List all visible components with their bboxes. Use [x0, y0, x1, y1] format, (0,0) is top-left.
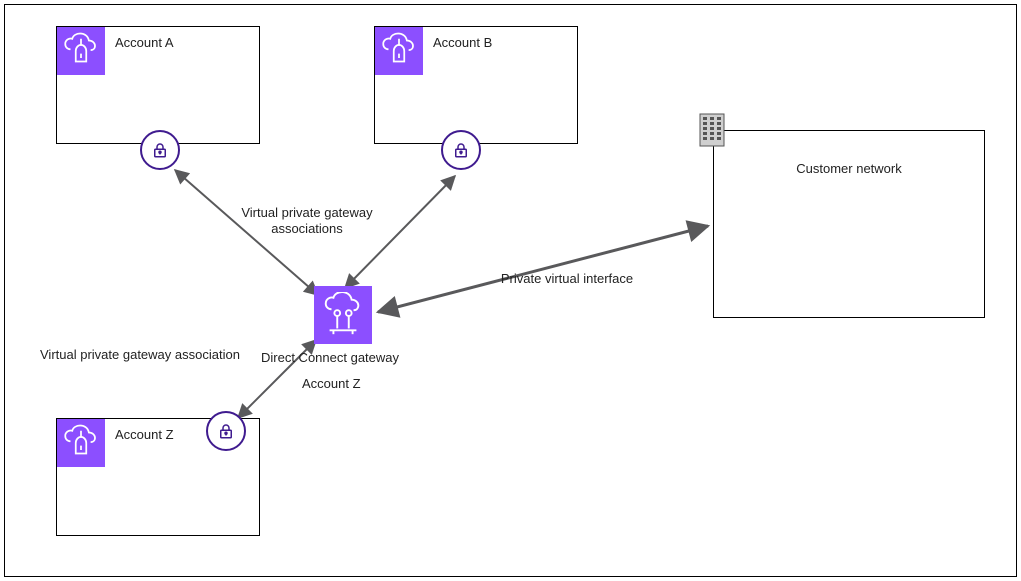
- dcgw-owner-label: Account Z: [302, 376, 361, 392]
- pvi-label: Private virtual interface: [482, 271, 652, 287]
- building-icon: [699, 113, 725, 147]
- customer-network-box: Customer network: [713, 130, 985, 318]
- customer-network-label: Customer network: [714, 161, 984, 177]
- account-a-box: Account A: [56, 26, 260, 144]
- vpc-icon: [57, 419, 105, 467]
- direct-connect-gateway-icon: [314, 286, 372, 344]
- account-a-label: Account A: [115, 35, 174, 50]
- account-a-vpg-lock-icon: [140, 130, 180, 170]
- vpg-association-label: Virtual private gateway association: [40, 347, 240, 363]
- dcgw-label: Direct Connect gateway: [261, 350, 399, 366]
- vpc-icon: [375, 27, 423, 75]
- account-b-vpg-lock-icon: [441, 130, 481, 170]
- account-b-box: Account B: [374, 26, 578, 144]
- diagram-canvas: Account A Account B: [0, 0, 1021, 581]
- account-z-vpg-lock-icon: [206, 411, 246, 451]
- vpc-icon: [57, 27, 105, 75]
- account-z-label: Account Z: [115, 427, 174, 442]
- account-b-label: Account B: [433, 35, 492, 50]
- vpg-associations-label: Virtual private gateway associations: [222, 205, 392, 238]
